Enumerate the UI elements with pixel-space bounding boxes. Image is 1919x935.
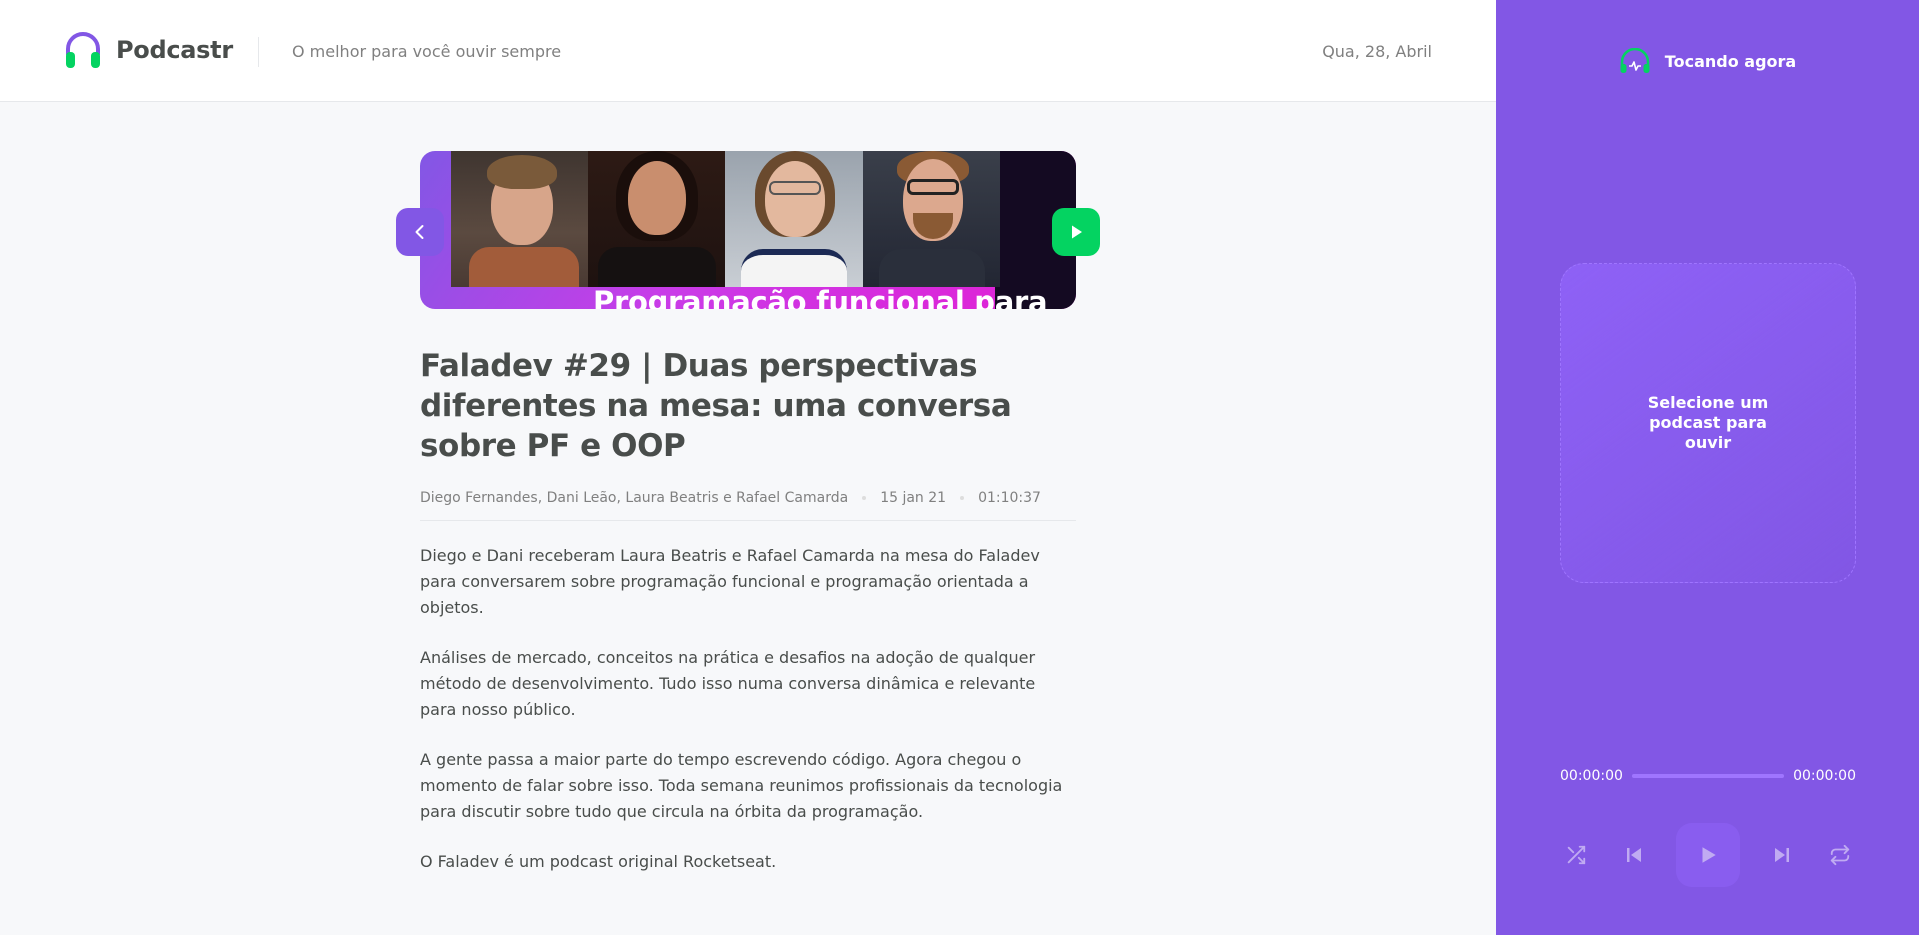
thumbnail-person-4 bbox=[863, 151, 1000, 287]
thumbnail-person-1 bbox=[451, 151, 588, 287]
current-time: 00:00:00 bbox=[1560, 768, 1623, 784]
back-button[interactable] bbox=[396, 208, 444, 256]
total-time: 00:00:00 bbox=[1793, 768, 1856, 784]
episode-meta: Diego Fernandes, Dani Leão, Laura Beatri… bbox=[420, 490, 1076, 521]
shuffle-button[interactable] bbox=[1560, 839, 1592, 871]
description-paragraph: Diego e Dani receberam Laura Beatris e R… bbox=[420, 546, 1040, 617]
previous-icon bbox=[1627, 848, 1641, 862]
description-paragraph: Análises de mercado, conceitos na prátic… bbox=[420, 648, 1036, 719]
chevron-left-icon bbox=[415, 225, 424, 239]
description-paragraph: A gente passa a maior parte do tempo esc… bbox=[420, 750, 1063, 821]
player-header: Tocando agora bbox=[1496, 48, 1919, 74]
player-progress: 00:00:00 00:00:00 bbox=[1560, 768, 1856, 784]
episode-members: Diego Fernandes, Dani Leão, Laura Beatri… bbox=[420, 490, 849, 506]
player-header-label: Tocando agora bbox=[1664, 51, 1797, 71]
thumbnail-person-3 bbox=[725, 151, 863, 287]
headphones-logo-icon bbox=[66, 32, 100, 68]
meta-separator bbox=[960, 496, 965, 500]
next-icon bbox=[1775, 848, 1789, 862]
progress-slider[interactable] bbox=[1631, 774, 1785, 778]
episode-title: Faladev #29 | Duas perspectivas diferent… bbox=[420, 348, 1012, 464]
empty-player-card: Selecione um podcast para ouvir bbox=[1560, 263, 1856, 583]
episode-date: 15 jan 21 bbox=[880, 490, 947, 506]
episode-page: Programação funcional para Faladev #29 |… bbox=[396, 151, 1100, 899]
tagline: O melhor para você ouvir sempre bbox=[292, 42, 562, 61]
shuffle-icon bbox=[1567, 845, 1586, 865]
thumbnail-caption: Programação funcional para bbox=[593, 285, 1048, 309]
logo[interactable]: Podcastr bbox=[64, 30, 233, 70]
description-paragraph: O Faladev é um podcast original Rocketse… bbox=[420, 852, 777, 871]
meta-separator bbox=[862, 496, 867, 500]
episode-duration: 01:10:37 bbox=[978, 490, 1041, 506]
play-icon bbox=[1072, 225, 1082, 239]
app-header: Podcastr O melhor para você ouvir sempre… bbox=[0, 0, 1496, 102]
app-name: Podcastr bbox=[116, 36, 233, 64]
now-playing-icon bbox=[1620, 48, 1650, 73]
player-controls bbox=[1560, 823, 1856, 887]
player-sidebar: Tocando agora Selecione um podcast para … bbox=[1496, 0, 1919, 935]
episode-thumbnail-container: Programação funcional para bbox=[396, 151, 1100, 309]
repeat-button[interactable] bbox=[1824, 839, 1856, 871]
thumbnail-person-2 bbox=[588, 151, 725, 287]
repeat-icon bbox=[1830, 844, 1850, 866]
player-play-button[interactable] bbox=[1676, 823, 1740, 887]
episode-thumbnail: Programação funcional para bbox=[420, 151, 1076, 309]
previous-button[interactable] bbox=[1618, 839, 1650, 871]
current-date: Qua, 28, Abril bbox=[1322, 42, 1432, 61]
next-button[interactable] bbox=[1766, 839, 1798, 871]
play-icon bbox=[1702, 847, 1716, 863]
play-episode-button[interactable] bbox=[1052, 208, 1100, 256]
empty-player-message: Selecione um podcast para ouvir bbox=[1647, 393, 1769, 452]
episode-description: Diego e Dani receberam Laura Beatris e R… bbox=[420, 543, 1076, 875]
header-divider bbox=[258, 37, 259, 67]
